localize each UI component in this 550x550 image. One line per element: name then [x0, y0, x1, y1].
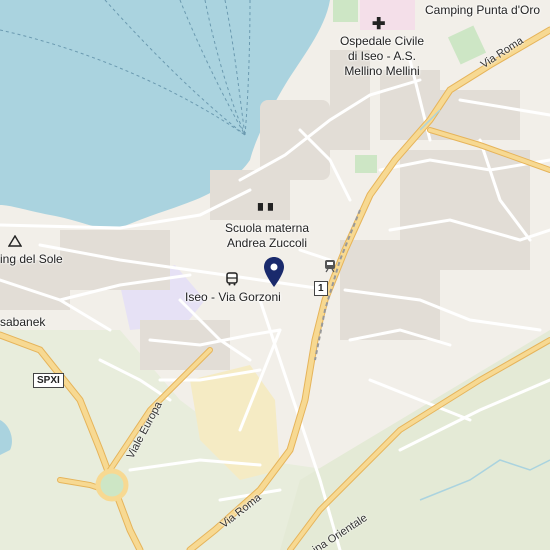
place-label-camping-del-sole[interactable]: ing del Sole [0, 252, 63, 267]
hospital-label-line2: di Iseo - A.S. [347, 49, 417, 63]
place-label-sabanek[interactable]: sabanek [0, 315, 45, 330]
hospital-area [360, 0, 415, 30]
school-icon[interactable]: ▘▘ [258, 203, 278, 219]
map-canvas[interactable]: ✚ ▘▘ Camping Punta d'Oro Ospedale Civile… [0, 0, 550, 550]
hospital-label-line1: Ospedale Civile [339, 34, 425, 48]
place-label-bus-stop[interactable]: Iseo - Via Gorzoni [185, 290, 281, 305]
hospital-label-line3: Mellino Mellini [344, 64, 420, 78]
map-pin-icon[interactable] [263, 256, 285, 288]
place-label-hospital[interactable]: Ospedale Civile di Iseo - A.S. Mellino M… [327, 34, 437, 79]
place-label-camping-punta-doro[interactable]: Camping Punta d'Oro [425, 3, 540, 18]
place-label-school[interactable]: Scuola materna Andrea Zuccoli [212, 221, 322, 251]
school-label-line1: Scuola materna [224, 221, 310, 235]
roundabout [95, 468, 129, 502]
road-shield-route1: 1 [314, 281, 328, 296]
road-shield-spxi: SPXI [33, 373, 64, 388]
park [333, 0, 358, 22]
hospital-cross-icon[interactable]: ✚ [372, 14, 385, 34]
campsite-icon[interactable] [8, 235, 22, 247]
bus-icon[interactable] [225, 272, 239, 286]
school-label-line2: Andrea Zuccoli [226, 236, 308, 250]
train-icon[interactable] [324, 259, 336, 273]
park [355, 155, 377, 173]
